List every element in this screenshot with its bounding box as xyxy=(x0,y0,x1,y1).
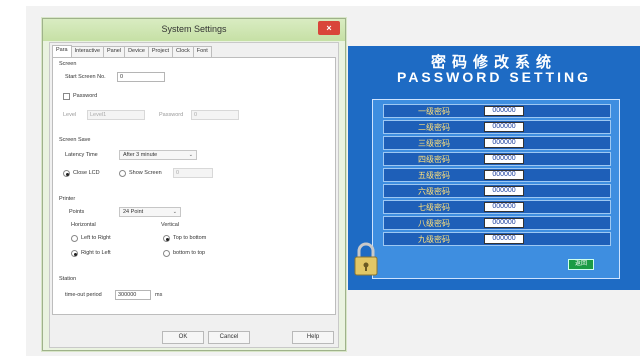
timeout-unit: ms xyxy=(155,292,163,298)
password-value-field[interactable]: 000000 xyxy=(484,106,524,116)
para-tab-panel: Screen Start Screen No. 0 Password Level… xyxy=(52,57,336,315)
close-button[interactable]: × xyxy=(318,21,340,35)
close-lcd-radio[interactable] xyxy=(63,170,70,177)
password-row: 七级密码 000000 xyxy=(383,200,611,214)
timeout-input[interactable]: 300000 xyxy=(115,290,151,300)
start-screen-input[interactable]: 0 xyxy=(117,72,165,82)
password-value-field[interactable]: 000000 xyxy=(484,170,524,180)
password-setting-screen: 密码修改系统 PASSWORD SETTING 一级密码 000000 二级密码… xyxy=(348,46,640,290)
latency-time-select[interactable]: After 3 minute ⌄ xyxy=(119,150,197,160)
password-value-field[interactable]: 000000 xyxy=(484,186,524,196)
horizontal-label: Horizontal xyxy=(71,222,96,228)
system-settings-dialog: System Settings × Para Interactive Panel… xyxy=(42,18,346,351)
vertical-label: Vertical xyxy=(161,222,180,228)
password-value-field[interactable]: 000000 xyxy=(484,122,524,132)
padlock-icon xyxy=(354,242,378,276)
password-checkbox[interactable] xyxy=(63,93,70,100)
password-level-label: 三级密码 xyxy=(418,139,450,148)
screen-save-section-label: Screen Save xyxy=(59,137,91,143)
timeout-label: time-out period xyxy=(65,292,102,298)
password-value-field[interactable]: 000000 xyxy=(484,202,524,212)
top-to-bottom-label: Top to bottom xyxy=(173,235,207,241)
password-level-label: 八级密码 xyxy=(418,219,450,228)
level-select[interactable]: Level1 xyxy=(87,110,145,120)
password-input[interactable]: 0 xyxy=(191,110,239,120)
dialog-client: Para Interactive Panel Device Project Cl… xyxy=(49,42,339,348)
tab-panel[interactable]: Panel xyxy=(103,46,126,57)
password-label: Password xyxy=(159,112,184,118)
password-level-label: 二级密码 xyxy=(418,123,450,132)
tab-para[interactable]: Para xyxy=(52,45,72,57)
bottom-to-top-radio[interactable] xyxy=(163,250,170,257)
password-level-label: 六级密码 xyxy=(418,187,450,196)
show-screen-input[interactable]: 0 xyxy=(173,168,213,178)
left-to-right-radio[interactable] xyxy=(71,235,78,242)
password-level-label: 九级密码 xyxy=(418,235,450,244)
printer-section-label: Printer xyxy=(59,196,76,202)
password-row: 八级密码 000000 xyxy=(383,216,611,230)
chevron-down-icon: ⌄ xyxy=(188,152,193,158)
bottom-to-top-label: bottom to top xyxy=(173,250,206,256)
latency-time-value: After 3 minute xyxy=(123,152,158,158)
start-screen-label: Start Screen No. xyxy=(65,74,106,80)
right-to-left-radio[interactable] xyxy=(71,250,78,257)
tab-font[interactable]: Font xyxy=(192,46,212,57)
points-label: Points xyxy=(69,209,85,215)
dialog-title: System Settings xyxy=(161,24,227,34)
tab-clock[interactable]: Clock xyxy=(172,46,194,57)
password-value-field[interactable]: 000000 xyxy=(484,218,524,228)
ok-button[interactable]: OK xyxy=(162,331,204,344)
tab-interactive[interactable]: Interactive xyxy=(70,46,104,57)
password-row: 二级密码 000000 xyxy=(383,120,611,134)
right-to-left-label: Right to Left xyxy=(81,250,111,256)
tab-project[interactable]: Project xyxy=(147,46,174,57)
password-row: 九级密码 000000 xyxy=(383,232,611,246)
dialog-titlebar[interactable]: System Settings × xyxy=(43,19,345,41)
password-level-label: 七级密码 xyxy=(418,203,450,212)
password-value-field[interactable]: 000000 xyxy=(484,154,524,164)
password-row: 六级密码 000000 xyxy=(383,184,611,198)
password-value-field[interactable]: 000000 xyxy=(484,138,524,148)
help-button[interactable]: Help xyxy=(292,331,334,344)
password-checkbox-label: Password xyxy=(73,93,98,99)
password-level-label: 一级密码 xyxy=(418,107,450,116)
show-screen-label: Show Screen xyxy=(129,170,162,176)
show-screen-radio[interactable] xyxy=(119,170,126,177)
latency-time-label: Latency Time xyxy=(65,152,98,158)
left-to-right-label: Left to Right xyxy=(81,235,111,241)
tab-strip: Para Interactive Panel Device Project Cl… xyxy=(52,45,212,57)
password-row: 四级密码 000000 xyxy=(383,152,611,166)
password-row: 一级密码 000000 xyxy=(383,104,611,118)
back-button[interactable]: 返回 xyxy=(568,259,594,270)
tab-device[interactable]: Device xyxy=(124,46,149,57)
password-value-field[interactable]: 000000 xyxy=(484,234,524,244)
screen-section-label: Screen xyxy=(59,61,77,67)
top-to-bottom-radio[interactable] xyxy=(163,235,170,242)
password-level-label: 四级密码 xyxy=(418,155,450,164)
close-lcd-label: Close LCD xyxy=(73,170,100,176)
points-select[interactable]: 24 Point ⌄ xyxy=(119,207,181,217)
cancel-button[interactable]: Cancel xyxy=(208,331,250,344)
screen-title-en: PASSWORD SETTING xyxy=(397,69,591,85)
chevron-down-icon: ⌄ xyxy=(172,209,177,215)
points-value: 24 Point xyxy=(123,209,144,215)
password-row: 五级密码 000000 xyxy=(383,168,611,182)
password-row: 三级密码 000000 xyxy=(383,136,611,150)
station-section-label: Station xyxy=(59,276,77,282)
level-label: Level xyxy=(63,112,77,118)
password-list-frame: 一级密码 000000 二级密码 000000 三级密码 000000 四级密码… xyxy=(372,99,620,279)
password-level-label: 五级密码 xyxy=(418,171,450,180)
